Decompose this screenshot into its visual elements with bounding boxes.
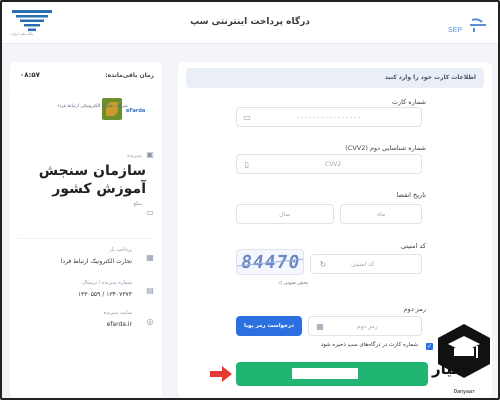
acceptor-type-value: تجارت الکترونیک ارتباط فردا [60, 258, 132, 265]
refresh-icon[interactable]: ↻ [318, 259, 328, 269]
website-value: efarda.ir [106, 321, 132, 328]
arrow-right-icon [210, 366, 232, 382]
wallet-icon: ▭ [146, 207, 154, 217]
timer-value: ۰۸:۵۷ [20, 71, 40, 79]
year-placeholder: سال [279, 211, 291, 218]
globe-icon: ◎ [146, 316, 154, 326]
card-icon: ▭ [243, 112, 251, 122]
expiry-month-input[interactable]: ماه [340, 204, 422, 224]
sep-logo: SEP [448, 18, 486, 34]
keypad-icon[interactable]: ▦ [315, 321, 325, 331]
timer-label: زمان باقی‌مانده: [105, 72, 154, 79]
watermark-subtext: Danyaar [454, 389, 476, 395]
card-number-placeholder: - - - - - - - - - - - - - - - - [297, 114, 361, 121]
request-otp-button[interactable]: درخواست رمز پویا [236, 316, 302, 336]
month-placeholder: ماه [377, 211, 386, 218]
payment-gateway-window: بانک ملت ایران درگاه پرداخت اینترنتی سپ … [0, 0, 500, 400]
captcha-input[interactable]: کد امنیتی ↻ [310, 254, 422, 274]
cvv2-placeholder: CVV2 [325, 161, 342, 168]
terminal-value: ۱۳۴۰۷۳۷۳ / ۱۳۳۰۵۵۹ [77, 291, 132, 298]
captcha-image: 84470 [236, 249, 304, 275]
acceptor-type-label: پرداخت یار [109, 247, 132, 253]
website-label: سایت پذیرنده [103, 310, 132, 316]
merchant-card [10, 86, 162, 398]
cvv2-input[interactable]: CVV2 ▯ [236, 154, 422, 174]
form-section-header: اطلاعات کارت خود را وارد کنید [186, 68, 484, 88]
page-title: درگاه پرداخت اینترنتی سپ [190, 17, 310, 27]
form-section-title: اطلاعات کارت خود را وارد کنید [384, 74, 476, 81]
sep-logo-text: SEP [448, 27, 462, 34]
password-placeholder: رمز دوم [357, 323, 378, 330]
watermark-text: دانیار [432, 360, 471, 378]
merchant-icon: ▣ [146, 149, 154, 159]
password-input[interactable]: رمز دوم ▦ [308, 316, 422, 336]
card-number-label: شماره کارت [391, 98, 426, 106]
divider [18, 238, 154, 239]
expiry-label: تاریخ انقضا [396, 191, 426, 199]
terminal-label: شماره پذیرنده / ترمینال [82, 280, 132, 286]
captcha-placeholder: کد امنیتی [351, 261, 375, 268]
card-number-input[interactable]: - - - - - - - - - - - - - - - - ▭ [236, 107, 422, 127]
merchant-company-name: شرکت تجارت الکترونیکی ارتباط فردا [58, 104, 128, 109]
save-card-label: شماره کارت در درگاه‌های سپ ذخیره شود [320, 342, 418, 348]
pay-button-label-redacted [292, 368, 358, 379]
header-bar: بانک ملت ایران درگاه پرداخت اینترنتی سپ … [2, 2, 498, 44]
password-label: رمز دوم [403, 305, 426, 313]
building-icon: ▦ [146, 252, 154, 262]
speaker-icon: ◁ [278, 280, 282, 286]
audio-button[interactable]: پخش صوتی ◁ [278, 280, 308, 286]
terminal-icon: ▤ [146, 285, 154, 295]
captcha-label: کد امنیتی [400, 242, 426, 250]
expiry-year-input[interactable]: سال [236, 204, 334, 224]
acceptor-label: پذیرنده [127, 153, 142, 159]
bank-logo-caption: بانک ملت ایران [11, 32, 34, 36]
amount-label: مبلغ [133, 201, 142, 207]
acceptor-name: سازمان سنجش آموزش کشور [38, 163, 146, 197]
lock-icon: ▯ [244, 159, 250, 169]
merchant-brand: eFarda [126, 108, 146, 114]
cvv2-label: شماره شناسایی دوم (CVV2) [345, 144, 426, 152]
audio-label: پخش صوتی [283, 280, 309, 286]
